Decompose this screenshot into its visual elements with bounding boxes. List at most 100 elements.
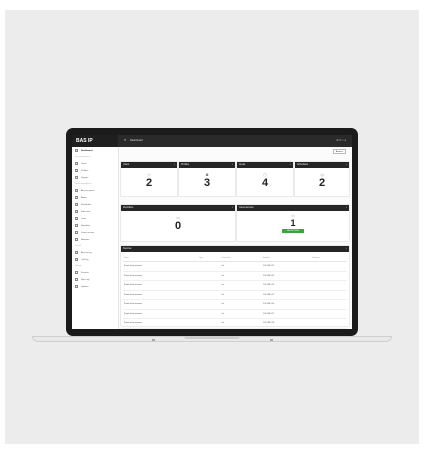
table-row[interactable]: Panel at the entrance On192.168.1.19 <box>123 328 347 329</box>
sidebar-item[interactable]: Access points <box>72 187 118 194</box>
card-identifiers[interactable]: Identifiers › ▭ 0 <box>121 205 235 241</box>
column-header[interactable]: Connection <box>220 254 263 262</box>
card-guest-access[interactable]: Guest access › ⚇ 1 ADD ACCESS <box>237 205 349 241</box>
table-row[interactable]: Panel at the entrance On 192.168.1.15 <box>123 290 347 300</box>
column-header[interactable]: Address <box>262 254 312 262</box>
devices-table: Name Type Connection Address Firmware Panel … <box>123 254 347 329</box>
cell-address: 192.168.1.18 <box>262 318 312 329</box>
card-areas[interactable]: Areas › ▢ 4 <box>237 162 293 196</box>
user-icon <box>75 162 78 165</box>
cell-type <box>198 299 221 310</box>
sidebar-item[interactable]: Identifiers <box>72 222 118 229</box>
sidebar-item-label: Monitors <box>81 238 90 241</box>
sidebar-item[interactable]: Areas <box>72 194 118 201</box>
cell-connection: On <box>220 299 263 310</box>
column-header[interactable]: Name <box>123 254 199 262</box>
profile-icon <box>75 169 78 172</box>
app-screen: BAS IP Dashboard User management Users Prof… <box>72 135 352 329</box>
table-row[interactable]: Panel at the entrance On 192.168.1.14 <box>123 280 347 291</box>
laptop-foot <box>152 339 155 341</box>
chevron-right-icon[interactable]: › <box>346 205 347 211</box>
sidebar-item-label: Areas <box>81 196 87 199</box>
chevron-right-icon[interactable]: › <box>232 162 233 168</box>
sidebar-item[interactable]: Devices <box>72 269 118 276</box>
table-row[interactable]: Panel at the entrance On 192.168.1.13 <box>123 271 347 281</box>
page-title: Dashboard <box>130 139 143 142</box>
chevron-right-icon[interactable]: › <box>174 162 175 168</box>
cell-firmware <box>311 299 347 310</box>
cell-firmware <box>311 280 347 291</box>
sidebar-item-label: Dashboard <box>81 149 93 152</box>
card-header: Guest access › <box>237 205 349 211</box>
log-icon <box>75 251 78 254</box>
add-access-button[interactable]: ADD ACCESS <box>282 229 304 233</box>
chevron-right-icon[interactable]: › <box>346 246 347 252</box>
main-area: ☰ Dashboard ⚙ ↻ ⌕ ≡ Actions Users › ⚇ 2 P… <box>118 135 352 329</box>
chevron-right-icon[interactable]: › <box>290 162 291 168</box>
sidebar-item[interactable]: Access log <box>72 249 118 256</box>
chevron-right-icon[interactable]: › <box>346 162 347 168</box>
card-header: Areas › <box>237 162 293 168</box>
actions-button[interactable]: Actions <box>332 149 346 154</box>
sidebar-item-label: Access log <box>81 251 92 254</box>
cell-name: Panel at the entrance <box>123 290 199 300</box>
cell-connection: On <box>220 271 263 281</box>
menu-icon[interactable]: ☰ <box>124 139 126 142</box>
sidebar-item[interactable]: System <box>72 283 118 290</box>
card-users[interactable]: Users › ⚇ 2 <box>121 162 177 196</box>
table-header: Name Type Connection Address Firmware <box>123 254 347 262</box>
sidebar-item[interactable]: Groups <box>72 174 118 181</box>
device-icon <box>75 271 78 274</box>
sidebar-item[interactable]: Schedules <box>72 201 118 208</box>
card-profiles[interactable]: Profiles › ⚉ 3 <box>179 162 235 196</box>
cell-name: Panel at the entrance <box>123 309 199 319</box>
card-value: 3 <box>203 177 211 189</box>
cell-name: Panel at the entrance <box>123 328 199 329</box>
sidebar-item-label: Schedules <box>81 203 92 206</box>
cell-type <box>198 328 221 329</box>
sidebar-item[interactable]: Guest access <box>72 229 118 236</box>
cell-connection: On <box>220 318 263 329</box>
dashboard-icon <box>75 149 78 152</box>
sidebar-item[interactable]: Monitors <box>72 236 118 243</box>
card-icon <box>75 224 78 227</box>
cell-type <box>198 309 221 319</box>
cell-connection: On <box>220 309 263 319</box>
cell-address: 192.168.1.13 <box>262 271 312 281</box>
cell-address: 192.168.1.12 <box>262 261 312 272</box>
sidebar-item[interactable]: Users <box>72 160 118 167</box>
table-row[interactable]: Panel at the entrance On 192.168.1.18 <box>123 318 347 329</box>
chevron-right-icon[interactable]: › <box>232 205 233 211</box>
cell-connection: On <box>220 280 263 291</box>
sidebar-item-label: Intercoms <box>81 210 91 213</box>
phone-icon <box>75 258 78 261</box>
sidebar-item[interactable]: Profiles <box>72 167 118 174</box>
sidebar-item[interactable]: Intercoms <box>72 208 118 215</box>
column-header[interactable]: Firmware <box>311 254 347 262</box>
cell-type <box>198 261 221 272</box>
cell-type <box>198 271 221 281</box>
sidebar-item[interactable]: Call log <box>72 256 118 263</box>
cell-connection: On <box>220 328 263 329</box>
card-schedules[interactable]: Schedules › ◷ 2 <box>295 162 349 196</box>
cell-name: Panel at the entrance <box>123 261 199 272</box>
cell-name: Panel at the entrance <box>123 299 199 310</box>
cell-firmware <box>311 290 347 300</box>
sidebar-item-label: Groups <box>81 176 89 179</box>
sidebar-item-label: System <box>81 285 89 288</box>
table-row[interactable]: Panel at the entrance On 192.168.1.17 <box>123 309 347 319</box>
area-icon <box>75 196 78 199</box>
sidebar: BAS IP Dashboard User management Users Prof… <box>72 135 119 329</box>
sidebar-item[interactable]: Lines <box>72 215 118 222</box>
sidebar-item-label: Call log <box>81 258 89 261</box>
table-row[interactable]: Panel at the entrance On 192.168.1.16 <box>123 299 347 310</box>
table-row[interactable]: Panel at the entrance On 192.168.1.12 <box>123 261 347 272</box>
column-header[interactable]: Type <box>198 254 221 262</box>
topbar-actions[interactable]: ⚙ ↻ ⌕ ≡ <box>336 135 346 147</box>
sidebar-item[interactable]: Dashboard <box>72 147 118 154</box>
laptop-notch <box>184 336 240 339</box>
devices-card: Devices › Name Type Connection Address Firmwa… <box>121 246 349 329</box>
sidebar-item-label: Devices <box>81 271 89 274</box>
cell-firmware <box>311 318 347 329</box>
sidebar-item[interactable]: Sync log <box>72 276 118 283</box>
